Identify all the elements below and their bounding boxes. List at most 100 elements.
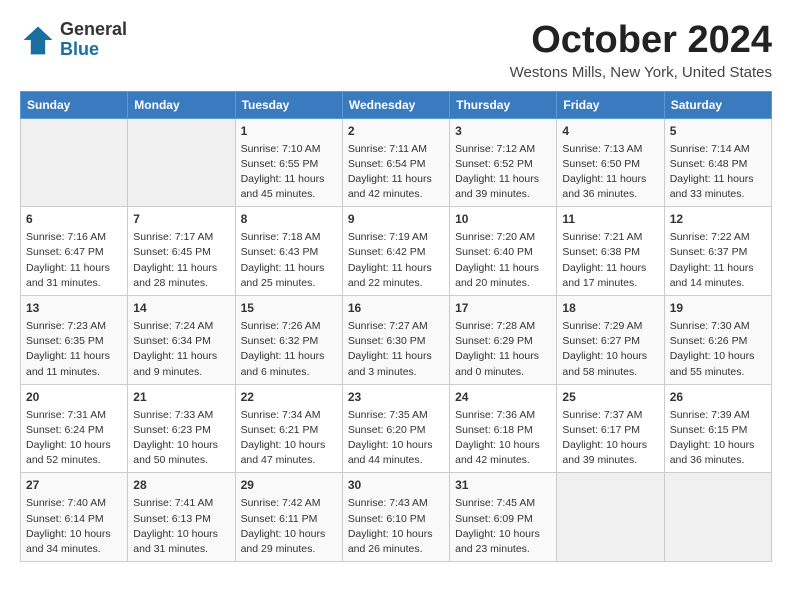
day-info: Sunrise: 7:11 AM Sunset: 6:54 PM Dayligh… [348,142,444,203]
day-number: 10 [455,211,551,228]
day-number: 4 [562,123,658,140]
day-info: Sunrise: 7:42 AM Sunset: 6:11 PM Dayligh… [241,496,337,557]
location-subtitle: Westons Mills, New York, United States [510,64,772,81]
calendar-table: Sunday Monday Tuesday Wednesday Thursday… [20,91,772,562]
day-info: Sunrise: 7:23 AM Sunset: 6:35 PM Dayligh… [26,319,122,380]
logo-blue-text: Blue [60,40,127,60]
day-info: Sunrise: 7:24 AM Sunset: 6:34 PM Dayligh… [133,319,229,380]
day-number: 22 [241,389,337,406]
day-number: 14 [133,300,229,317]
logo-general: General [60,20,127,40]
cell-week1-day4: 3 Sunrise: 7:12 AM Sunset: 6:52 PM Daylig… [450,118,557,207]
cell-week1-day5: 4Sunrise: 7:13 AM Sunset: 6:50 PM Daylig… [557,118,664,207]
day-number: 12 [670,211,766,228]
day-info: Sunrise: 7:10 AM Sunset: 6:55 PM Dayligh… [241,142,337,203]
day-info: Sunrise: 7:28 AM Sunset: 6:29 PM Dayligh… [455,319,551,380]
day-number: 31 [455,477,551,494]
day-info: Sunrise: 7:12 AM Sunset: 6:52 PM Dayligh… [455,142,551,203]
day-number: 27 [26,477,122,494]
day-number: 17 [455,300,551,317]
header-saturday: Saturday [664,91,771,118]
header-row: Sunday Monday Tuesday Wednesday Thursday… [21,91,772,118]
week-row-3: 13 Sunrise: 7:23 AM Sunset: 6:35 PM Dayli… [21,296,772,385]
day-info: Sunrise: 7:20 AM Sunset: 6:40 PM Dayligh… [455,230,551,291]
logo: General Blue [20,20,127,60]
cell-week1-day1 [128,118,235,207]
cell-week5-day4: 31Sunrise: 7:45 AM Sunset: 6:09 PM Dayli… [450,473,557,562]
cell-week2-day0: 6Sunrise: 7:16 AM Sunset: 6:47 PM Daylig… [21,207,128,296]
week-row-2: 6Sunrise: 7:16 AM Sunset: 6:47 PM Daylig… [21,207,772,296]
cell-week4-day3: 23 Sunrise: 7:35 AM Sunset: 6:20 PM Dayli… [342,384,449,473]
cell-week4-day1: 21 Sunrise: 7:33 AM Sunset: 6:23 PM Dayli… [128,384,235,473]
header-tuesday: Tuesday [235,91,342,118]
logo-icon [20,22,56,58]
day-info: Sunrise: 7:14 AM Sunset: 6:48 PM Dayligh… [670,142,766,203]
cell-week4-day0: 20Sunrise: 7:31 AM Sunset: 6:24 PM Dayli… [21,384,128,473]
day-number: 29 [241,477,337,494]
day-info: Sunrise: 7:33 AM Sunset: 6:23 PM Dayligh… [133,408,229,469]
day-number: 9 [348,211,444,228]
day-info: Sunrise: 7:29 AM Sunset: 6:27 PM Dayligh… [562,319,658,380]
day-info: Sunrise: 7:26 AM Sunset: 6:32 PM Dayligh… [241,319,337,380]
calendar-body: 1Sunrise: 7:10 AM Sunset: 6:55 PM Daylig… [21,118,772,561]
day-number: 23 [348,389,444,406]
day-info: Sunrise: 7:31 AM Sunset: 6:24 PM Dayligh… [26,408,122,469]
day-info: Sunrise: 7:21 AM Sunset: 6:38 PM Dayligh… [562,230,658,291]
day-info: Sunrise: 7:34 AM Sunset: 6:21 PM Dayligh… [241,408,337,469]
day-info: Sunrise: 7:43 AM Sunset: 6:10 PM Dayligh… [348,496,444,557]
day-number: 18 [562,300,658,317]
day-info: Sunrise: 7:19 AM Sunset: 6:42 PM Dayligh… [348,230,444,291]
day-number: 11 [562,211,658,228]
day-info: Sunrise: 7:39 AM Sunset: 6:15 PM Dayligh… [670,408,766,469]
cell-week1-day6: 5 Sunrise: 7:14 AM Sunset: 6:48 PM Daylig… [664,118,771,207]
header-sunday: Sunday [21,91,128,118]
week-row-5: 27 Sunrise: 7:40 AM Sunset: 6:14 PM Dayli… [21,473,772,562]
day-number: 2 [348,123,444,140]
page-header: General Blue October 2024 Westons Mills,… [20,20,772,81]
day-number: 15 [241,300,337,317]
header-thursday: Thursday [450,91,557,118]
cell-week1-day2: 1Sunrise: 7:10 AM Sunset: 6:55 PM Daylig… [235,118,342,207]
cell-week3-day1: 14 Sunrise: 7:24 AM Sunset: 6:34 PM Dayli… [128,296,235,385]
cell-week3-day4: 17 Sunrise: 7:28 AM Sunset: 6:29 PM Dayli… [450,296,557,385]
day-number: 30 [348,477,444,494]
day-info: Sunrise: 7:35 AM Sunset: 6:20 PM Dayligh… [348,408,444,469]
day-number: 5 [670,123,766,140]
day-info: Sunrise: 7:41 AM Sunset: 6:13 PM Dayligh… [133,496,229,557]
day-info: Sunrise: 7:37 AM Sunset: 6:17 PM Dayligh… [562,408,658,469]
day-number: 16 [348,300,444,317]
day-info: Sunrise: 7:30 AM Sunset: 6:26 PM Dayligh… [670,319,766,380]
day-number: 3 [455,123,551,140]
cell-week2-day3: 9 Sunrise: 7:19 AM Sunset: 6:42 PM Daylig… [342,207,449,296]
day-info: Sunrise: 7:17 AM Sunset: 6:45 PM Dayligh… [133,230,229,291]
cell-week5-day5 [557,473,664,562]
title-section: October 2024 Westons Mills, New York, Un… [510,20,772,81]
cell-week3-day2: 15 Sunrise: 7:26 AM Sunset: 6:32 PM Dayli… [235,296,342,385]
day-number: 21 [133,389,229,406]
week-row-4: 20Sunrise: 7:31 AM Sunset: 6:24 PM Dayli… [21,384,772,473]
day-number: 19 [670,300,766,317]
day-info: Sunrise: 7:22 AM Sunset: 6:37 PM Dayligh… [670,230,766,291]
calendar-header: Sunday Monday Tuesday Wednesday Thursday… [21,91,772,118]
cell-week4-day2: 22 Sunrise: 7:34 AM Sunset: 6:21 PM Dayli… [235,384,342,473]
cell-week2-day4: 10 Sunrise: 7:20 AM Sunset: 6:40 PM Dayli… [450,207,557,296]
header-monday: Monday [128,91,235,118]
day-number: 26 [670,389,766,406]
day-info: Sunrise: 7:40 AM Sunset: 6:14 PM Dayligh… [26,496,122,557]
cell-week1-day3: 2 Sunrise: 7:11 AM Sunset: 6:54 PM Daylig… [342,118,449,207]
header-wednesday: Wednesday [342,91,449,118]
day-number: 25 [562,389,658,406]
cell-week3-day0: 13 Sunrise: 7:23 AM Sunset: 6:35 PM Dayli… [21,296,128,385]
cell-week2-day1: 7Sunrise: 7:17 AM Sunset: 6:45 PM Daylig… [128,207,235,296]
cell-week3-day3: 16 Sunrise: 7:27 AM Sunset: 6:30 PM Dayli… [342,296,449,385]
day-number: 24 [455,389,551,406]
cell-week5-day2: 29 Sunrise: 7:42 AM Sunset: 6:11 PM Dayli… [235,473,342,562]
day-number: 8 [241,211,337,228]
day-number: 13 [26,300,122,317]
header-friday: Friday [557,91,664,118]
cell-week1-day0 [21,118,128,207]
cell-week2-day5: 11 Sunrise: 7:21 AM Sunset: 6:38 PM Dayli… [557,207,664,296]
day-info: Sunrise: 7:27 AM Sunset: 6:30 PM Dayligh… [348,319,444,380]
day-info: Sunrise: 7:16 AM Sunset: 6:47 PM Dayligh… [26,230,122,291]
day-info: Sunrise: 7:36 AM Sunset: 6:18 PM Dayligh… [455,408,551,469]
